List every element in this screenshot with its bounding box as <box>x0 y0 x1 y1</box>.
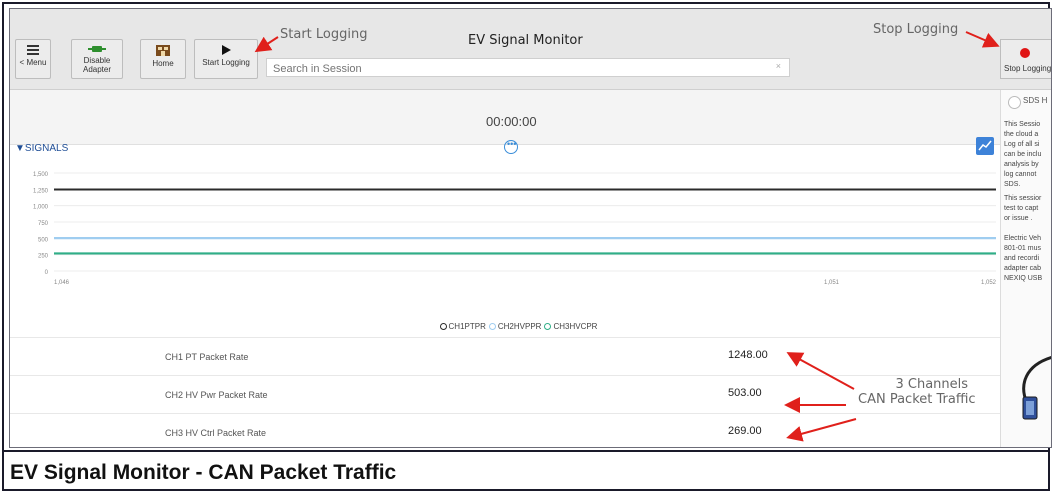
ch3-arrow <box>786 418 857 442</box>
channels-annotation-line1: 3 Channels <box>895 377 969 392</box>
stop-arrow <box>965 31 1000 48</box>
figure-caption: EV Signal Monitor - CAN Packet Traffic <box>10 461 397 484</box>
channels-annotation-line2: CAN Packet Traffic <box>858 392 976 407</box>
channels-annotation: 3 Channels CAN Packet Traffic <box>858 377 976 407</box>
app-window: < Menu Disable Adapter Home Start Loggin… <box>9 8 1052 448</box>
ch1-arrow <box>786 352 855 390</box>
start-arrow <box>254 36 279 53</box>
caption-bar: EV Signal Monitor - CAN Packet Traffic <box>2 450 1050 491</box>
